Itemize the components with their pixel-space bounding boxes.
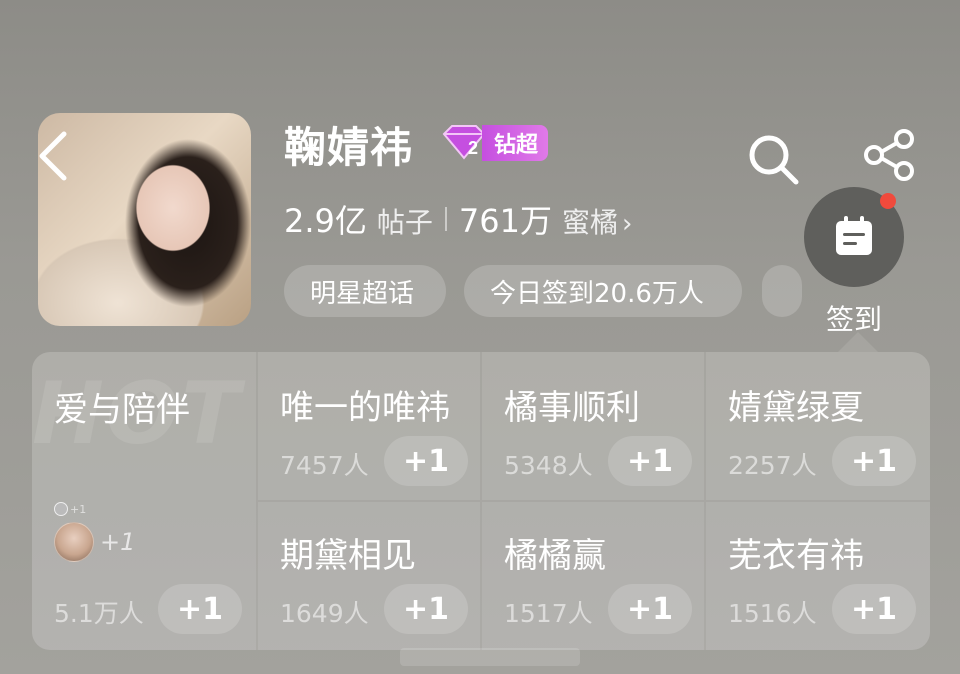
badge-level: 2	[468, 138, 478, 158]
group-count: 1517人	[504, 599, 593, 628]
group-plus-button[interactable]: +1	[608, 584, 692, 634]
group-count: 7457人	[280, 451, 369, 480]
tiny-plus-label: +1	[70, 502, 87, 516]
group-name: 唯一的唯祎	[280, 388, 450, 428]
featured-plus-button[interactable]: +1	[158, 584, 242, 634]
search-icon	[749, 135, 799, 185]
group-card[interactable]: 唯一的唯祎 7457人 +1	[258, 352, 480, 500]
group-plus-button[interactable]: +1	[384, 436, 468, 486]
chevron-right-icon: ›	[622, 209, 633, 239]
group-count: 2257人	[728, 451, 817, 480]
member-avatar	[54, 522, 94, 562]
share-button[interactable]	[862, 128, 916, 182]
panel-pointer	[838, 332, 878, 352]
stats-row[interactable]: 2.9亿 帖子 761万 蜜橘 ›	[284, 196, 632, 242]
share-icon	[864, 129, 914, 181]
chip-more[interactable]	[762, 265, 802, 317]
page-title: 鞠婧祎	[284, 123, 414, 172]
back-button[interactable]	[30, 128, 78, 184]
chip-category[interactable]: 明星超话	[284, 265, 446, 317]
group-name: 橘橘赢	[504, 536, 606, 576]
group-plus-button[interactable]: +1	[384, 584, 468, 634]
group-name: 婧黛绿夏	[728, 388, 864, 428]
featured-group-name: 爱与陪伴	[54, 390, 190, 430]
calendar-icon	[836, 216, 872, 255]
member-row: +1	[54, 522, 135, 562]
tiny-avatar	[54, 502, 68, 516]
back-arrow-icon	[39, 131, 67, 181]
level-badge[interactable]: 2 钻超	[440, 124, 549, 162]
group-card[interactable]: 婧黛绿夏 2257人 +1	[706, 352, 930, 500]
stats-divider	[444, 207, 447, 231]
fans-label: 蜜橘	[562, 206, 619, 239]
chip-checkin-count[interactable]: 今日签到20.6万人	[464, 265, 742, 317]
group-plus-button[interactable]: +1	[832, 584, 916, 634]
diamond-icon: 2	[442, 125, 486, 160]
group-name: 期黛相见	[280, 536, 416, 576]
notification-dot	[880, 193, 896, 209]
group-card[interactable]: 期黛相见 1649人 +1	[258, 502, 480, 650]
group-count: 1516人	[728, 599, 817, 628]
group-count: 5348人	[504, 451, 593, 480]
tiny-member-row: +1	[54, 502, 86, 516]
featured-group-card[interactable]: HOT 爱与陪伴 +1 +1 5.1万人 +1	[32, 352, 256, 650]
group-card[interactable]: 橘橘赢 1517人 +1	[482, 502, 704, 650]
group-name: 芜衣有祎	[728, 536, 864, 576]
fans-count: 761万	[458, 202, 553, 240]
group-plus-button[interactable]: +1	[832, 436, 916, 486]
posts-count: 2.9亿	[284, 202, 367, 240]
group-plus-button[interactable]: +1	[608, 436, 692, 486]
posts-label: 帖子	[376, 206, 433, 239]
featured-group-count: 5.1万人	[54, 599, 144, 628]
group-name: 橘事顺利	[504, 388, 640, 428]
search-button[interactable]	[746, 132, 800, 186]
image-watermark	[400, 648, 580, 666]
badge-label: 钻超	[482, 125, 549, 161]
subgroups-panel: HOT 爱与陪伴 +1 +1 5.1万人 +1 唯一的唯祎 7457人 +1 橘…	[32, 352, 930, 650]
member-plus-label: +1	[100, 528, 136, 556]
group-card[interactable]: 橘事顺利 5348人 +1	[482, 352, 704, 500]
group-card[interactable]: 芜衣有祎 1516人 +1	[706, 502, 930, 650]
group-count: 1649人	[280, 599, 369, 628]
